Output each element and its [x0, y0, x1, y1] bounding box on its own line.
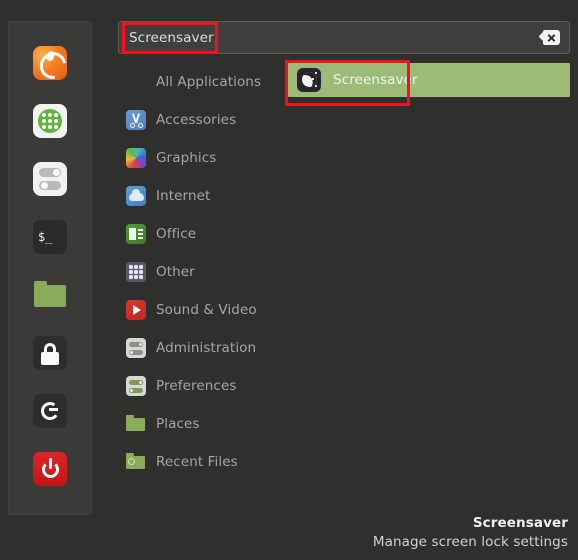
- category-item-all-applications[interactable]: All Applications: [118, 63, 283, 101]
- category-label: Office: [156, 226, 197, 242]
- category-item-recent-files[interactable]: Recent Files: [118, 443, 283, 481]
- scissors-icon: [126, 110, 146, 130]
- color-wheel-icon: [126, 148, 146, 168]
- category-item-graphics[interactable]: Graphics: [118, 139, 283, 177]
- category-item-accessories[interactable]: Accessories: [118, 101, 283, 139]
- sidebar-item-files[interactable]: [29, 274, 71, 316]
- app-result-list: Screensaver: [288, 63, 570, 97]
- app-result-item-screensaver[interactable]: Screensaver: [288, 63, 570, 97]
- logout-icon: [33, 394, 67, 428]
- folder-icon: [33, 278, 67, 312]
- apps-grid-icon: [33, 104, 67, 138]
- lock-icon: [33, 336, 67, 370]
- terminal-prompt-glyph: $_: [38, 230, 53, 244]
- status-title: Screensaver: [472, 515, 568, 531]
- toggles-gray-icon: [126, 338, 146, 358]
- status-subtitle: Manage screen lock settings: [372, 534, 568, 550]
- sidebar-item-terminal[interactable]: $_: [29, 216, 71, 258]
- grid-dots-icon: [126, 262, 146, 282]
- sidebar-item-lock-screen[interactable]: [29, 332, 71, 374]
- category-label: Recent Files: [156, 454, 238, 470]
- play-icon: [126, 300, 146, 320]
- search-input[interactable]: Screensaver: [118, 21, 570, 54]
- folder-clock-icon: [126, 452, 146, 472]
- category-label: Places: [156, 416, 200, 432]
- sidebar-item-log-out[interactable]: [29, 390, 71, 432]
- cloud-icon: [126, 186, 146, 206]
- clear-search-icon[interactable]: [538, 30, 560, 45]
- category-label: Internet: [156, 188, 211, 204]
- sidebar-item-system-settings[interactable]: [29, 158, 71, 200]
- moon-icon: [297, 68, 321, 92]
- app-result-label: Screensaver: [333, 72, 418, 88]
- folder-icon: [126, 414, 146, 434]
- category-list: All Applications Accessories Graphics In…: [118, 63, 283, 481]
- terminal-icon: $_: [33, 220, 67, 254]
- status-info: Screensaver Manage screen lock settings: [373, 515, 568, 550]
- category-label: Accessories: [156, 112, 237, 128]
- category-item-sound-and-video[interactable]: Sound & Video: [118, 291, 283, 329]
- category-label: Graphics: [156, 150, 217, 166]
- settings-toggles-icon: [33, 162, 67, 196]
- category-label: Administration: [156, 340, 257, 356]
- category-label: Sound & Video: [156, 302, 257, 318]
- toggles-green-icon: [126, 376, 146, 396]
- search-input-value[interactable]: Screensaver: [119, 30, 540, 46]
- favorites-sidebar: $_: [8, 21, 92, 515]
- category-item-administration[interactable]: Administration: [118, 329, 283, 367]
- category-label: Preferences: [156, 378, 237, 394]
- power-icon: [33, 452, 67, 486]
- document-icon: [126, 224, 146, 244]
- category-item-preferences[interactable]: Preferences: [118, 367, 283, 405]
- firefox-icon: [33, 46, 67, 80]
- category-label: All Applications: [156, 74, 262, 90]
- sidebar-item-shutdown[interactable]: [29, 448, 71, 490]
- sidebar-item-firefox[interactable]: [29, 42, 71, 84]
- category-item-office[interactable]: Office: [118, 215, 283, 253]
- category-item-places[interactable]: Places: [118, 405, 283, 443]
- category-item-other[interactable]: Other: [118, 253, 283, 291]
- sidebar-item-all-applications[interactable]: [29, 100, 71, 142]
- category-label: Other: [156, 264, 195, 280]
- category-item-internet[interactable]: Internet: [118, 177, 283, 215]
